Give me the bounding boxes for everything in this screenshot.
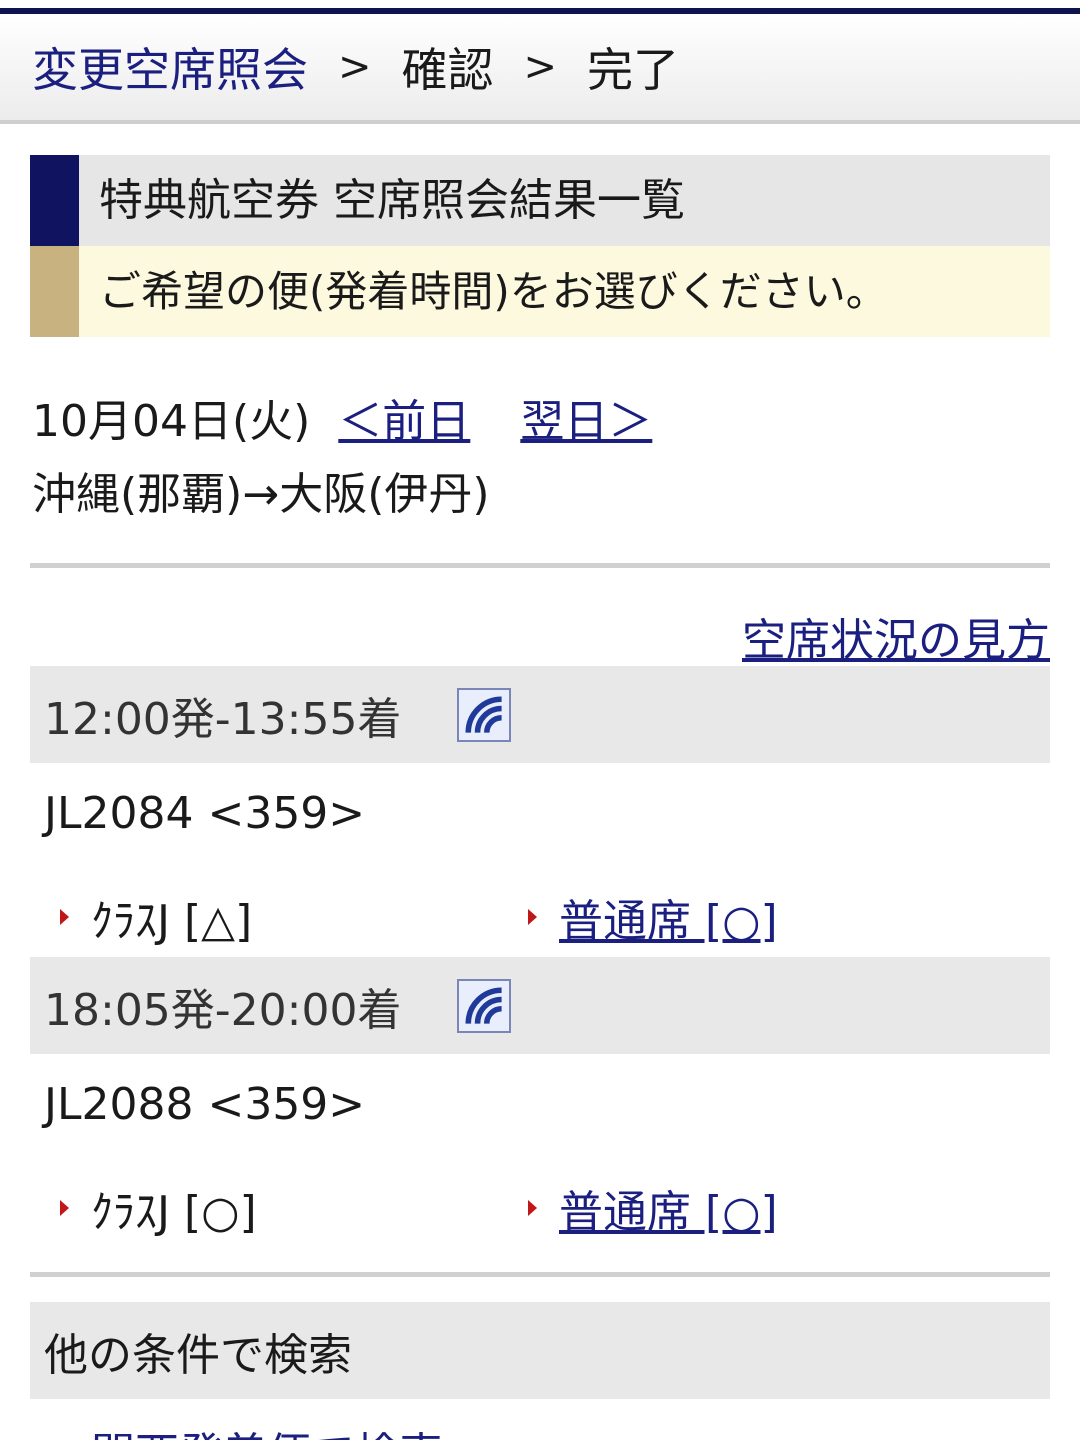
page-title-box: 特典航空券 空席照会結果一覧 ご希望の便(発着時間)をお選びください。 [30, 155, 1050, 337]
wifi-icon [457, 687, 512, 742]
fare-class-j: ｸﾗｽJ [△] [60, 885, 252, 949]
triangle-bullet-icon [60, 1200, 69, 1216]
title-row: 特典航空券 空席照会結果一覧 [30, 155, 1050, 246]
step-separator: > [338, 44, 372, 90]
instruction-text: ご希望の便(発着時間)をお選びください。 [99, 267, 888, 316]
economy-seat-link[interactable]: 普通席 [○] [559, 885, 778, 949]
triangle-bullet-icon [528, 1200, 537, 1216]
instruction-row: ご希望の便(発着時間)をお選びください。 [30, 246, 1050, 337]
route-text: 沖縄(那覇)→大阪(伊丹) [32, 469, 490, 520]
previous-day-link[interactable]: ＜前日 [338, 385, 470, 449]
page-title: 特典航空券 空席照会結果一覧 [99, 175, 685, 226]
divider [30, 1272, 1050, 1277]
step-current: 変更空席照会 [32, 43, 308, 97]
current-date: 10月04日(火) [32, 396, 311, 447]
fare-economy[interactable]: 普通席 [○] [528, 1176, 778, 1240]
flight-time: 12:00発-13:55着 [44, 693, 402, 745]
kansai-search-item[interactable]: 関西発着便で検索 [60, 1418, 443, 1440]
wifi-icon [457, 978, 512, 1033]
next-day-link[interactable]: 翌日＞ [520, 385, 652, 449]
flight-header: 12:00発-13:55着 [30, 666, 1050, 763]
flight-number: JL2084 <359> [44, 788, 366, 839]
kansai-search-link[interactable]: 関西発着便で検索 [91, 1418, 443, 1440]
triangle-bullet-icon [528, 909, 537, 925]
flight-time: 18:05発-20:00着 [44, 984, 402, 1036]
step-confirm: 確認 [401, 43, 494, 97]
date-navigation: 10月04日(火) ＜前日 翌日＞ [32, 385, 652, 449]
fare-class-j: ｸﾗｽJ [○] [60, 1176, 257, 1240]
title-accent-bar [30, 155, 79, 246]
flight-header: 18:05発-20:00着 [30, 957, 1050, 1054]
flight-number: JL2088 <359> [44, 1079, 366, 1130]
other-search-header: 他の条件で検索 [30, 1302, 1050, 1399]
fare-class-j-label: ｸﾗｽJ [○] [91, 1187, 257, 1238]
progress-steps: 変更空席照会 > 確認 > 完了 [0, 14, 1080, 124]
triangle-bullet-icon [60, 909, 69, 925]
step-done: 完了 [587, 43, 680, 97]
fare-class-j-label: ｸﾗｽJ [△] [91, 896, 253, 947]
step-separator: > [523, 44, 558, 90]
economy-seat-link[interactable]: 普通席 [○] [559, 1176, 778, 1240]
instruction-accent-bar [30, 246, 79, 337]
divider [30, 563, 1050, 568]
fare-economy[interactable]: 普通席 [○] [528, 885, 778, 949]
seat-legend-link[interactable]: 空席状況の見方 [742, 604, 1050, 668]
